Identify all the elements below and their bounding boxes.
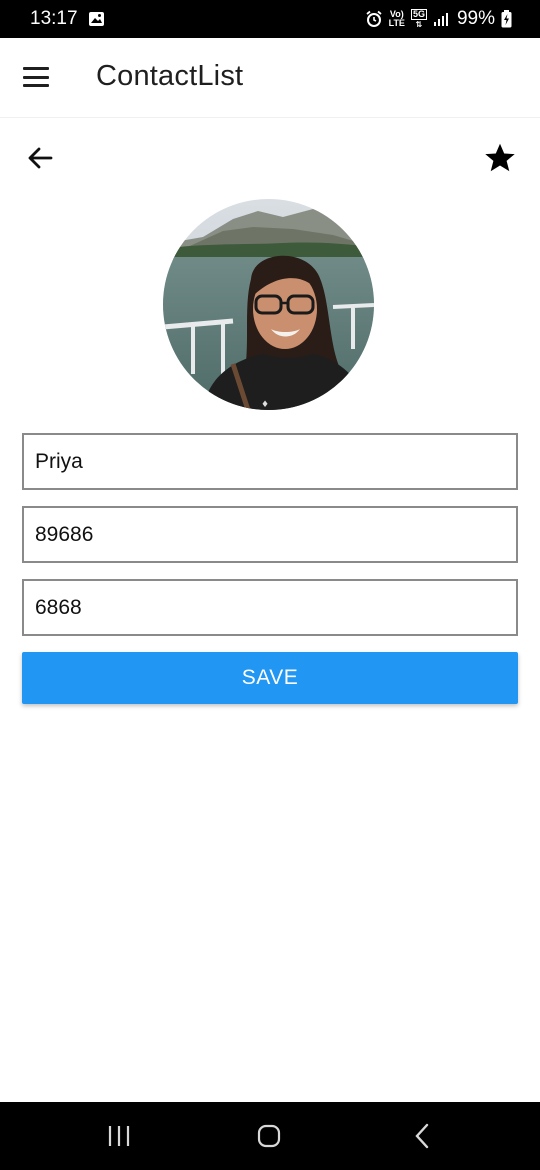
home-icon[interactable] bbox=[257, 1124, 281, 1148]
battery-percent: 99% bbox=[456, 8, 495, 29]
name-field[interactable] bbox=[22, 433, 518, 490]
app-title: ContactList bbox=[96, 60, 244, 92]
system-nav-bar bbox=[0, 1102, 540, 1170]
contact-photo[interactable]: ♦ bbox=[163, 199, 374, 410]
arrow-left-icon[interactable] bbox=[24, 142, 56, 174]
volte-line2: LTE bbox=[388, 18, 405, 28]
gallery-icon bbox=[88, 11, 105, 27]
status-bar: 13:17 Vo) LTE 5G ⇅ 99% bbox=[0, 0, 540, 38]
signal-icon bbox=[433, 11, 449, 27]
status-right: Vo) LTE 5G ⇅ 99% bbox=[365, 8, 512, 30]
alarm-icon bbox=[365, 10, 383, 28]
secondary-number-field[interactable] bbox=[22, 579, 518, 636]
network-5g-label: 5G bbox=[410, 9, 427, 20]
phone-field[interactable] bbox=[22, 506, 518, 563]
menu-icon[interactable] bbox=[22, 65, 50, 89]
network-5g-indicator: 5G ⇅ bbox=[410, 9, 427, 29]
data-arrows-icon: ⇅ bbox=[415, 20, 423, 29]
chevron-left-icon[interactable] bbox=[410, 1122, 434, 1150]
star-icon[interactable] bbox=[482, 140, 518, 176]
battery-charging-icon bbox=[501, 10, 512, 28]
svg-text:♦: ♦ bbox=[261, 400, 269, 410]
recents-icon[interactable] bbox=[107, 1124, 131, 1148]
volte-indicator: Vo) LTE bbox=[389, 10, 405, 28]
status-left: 13:17 bbox=[30, 8, 105, 30]
status-time: 13:17 bbox=[30, 8, 78, 29]
app-bar: ContactList bbox=[0, 38, 540, 118]
save-button[interactable]: SAVE bbox=[22, 652, 518, 704]
